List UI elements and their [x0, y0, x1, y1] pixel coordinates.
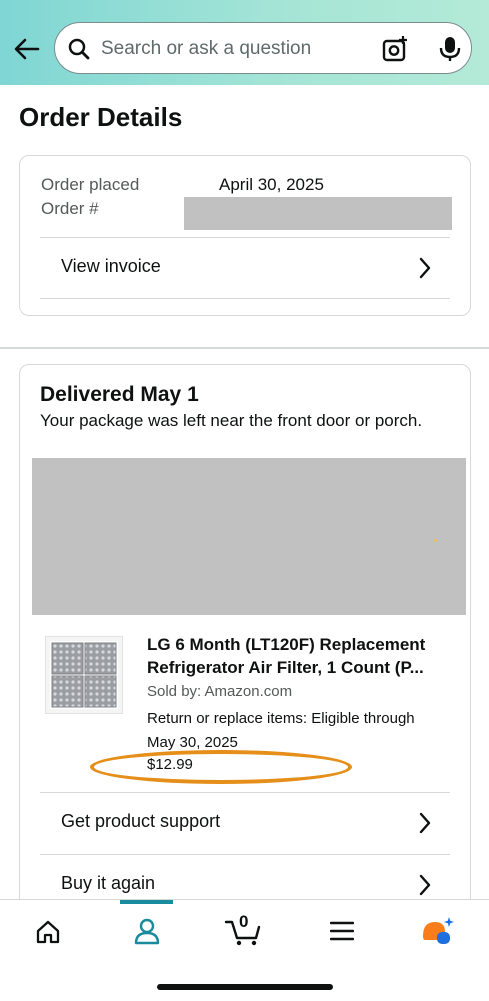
back-arrow-icon[interactable]	[10, 32, 44, 66]
search-icon	[68, 38, 90, 60]
product-title-line1: LG 6 Month (LT120F) Replacement	[147, 635, 426, 654]
chevron-right-icon	[419, 812, 431, 834]
active-tab-indicator	[120, 900, 173, 904]
order-placed-date: April 30, 2025	[219, 175, 324, 194]
microphone-icon[interactable]	[437, 35, 463, 63]
home-icon[interactable]	[35, 919, 61, 945]
order-number-label: Order #	[41, 199, 99, 218]
product-title-line2: Refrigerator Air Filter, 1 Count (P...	[147, 658, 424, 677]
section-separator	[0, 347, 489, 349]
divider	[40, 298, 450, 299]
account-icon[interactable]	[133, 917, 161, 945]
top-bar: Search or ask a question	[0, 0, 489, 85]
cart-count-badge: 0	[239, 912, 249, 931]
order-placed-label: Order placed	[41, 175, 140, 194]
product-title[interactable]: LG 6 Month (LT120F) Replacement Refriger…	[147, 633, 452, 679]
menu-icon[interactable]	[330, 921, 354, 941]
rufus-assistant-icon[interactable]	[421, 916, 455, 946]
camera-search-icon[interactable]	[381, 35, 409, 63]
shipment-card: Delivered May 1 Your package was left ne…	[19, 364, 471, 964]
return-eligibility: Return or replace items: Eligible throug…	[147, 707, 447, 755]
order-summary-card: Order placed April 30, 2025 Order # View…	[19, 155, 471, 316]
delivery-photo-redacted	[32, 458, 466, 615]
chevron-right-icon	[419, 257, 431, 279]
product-image[interactable]	[45, 636, 123, 714]
get-product-support-label: Get product support	[61, 811, 221, 831]
delivery-note: Your package was left near the front doo…	[40, 411, 423, 430]
buy-it-again-label: Buy it again	[61, 873, 156, 893]
seller-info: Sold by: Amazon.com	[147, 683, 293, 700]
map-marker	[434, 539, 437, 542]
search-placeholder: Search or ask a question	[101, 38, 312, 59]
view-invoice-label: View invoice	[61, 256, 161, 276]
air-filter-icon	[50, 641, 118, 709]
price-highlight-annotation	[90, 750, 352, 784]
search-input[interactable]: Search or ask a question	[54, 22, 472, 74]
get-product-support-row[interactable]: Get product support	[40, 793, 450, 853]
page-title: Order Details	[19, 102, 183, 132]
chevron-right-icon	[419, 874, 431, 896]
delivery-status: Delivered May 1	[40, 383, 199, 406]
home-indicator	[157, 984, 333, 990]
view-invoice-row[interactable]: View invoice	[40, 238, 450, 298]
return-line1: Return or replace items: Eligible throug…	[147, 710, 415, 727]
order-number-redacted	[184, 197, 452, 230]
